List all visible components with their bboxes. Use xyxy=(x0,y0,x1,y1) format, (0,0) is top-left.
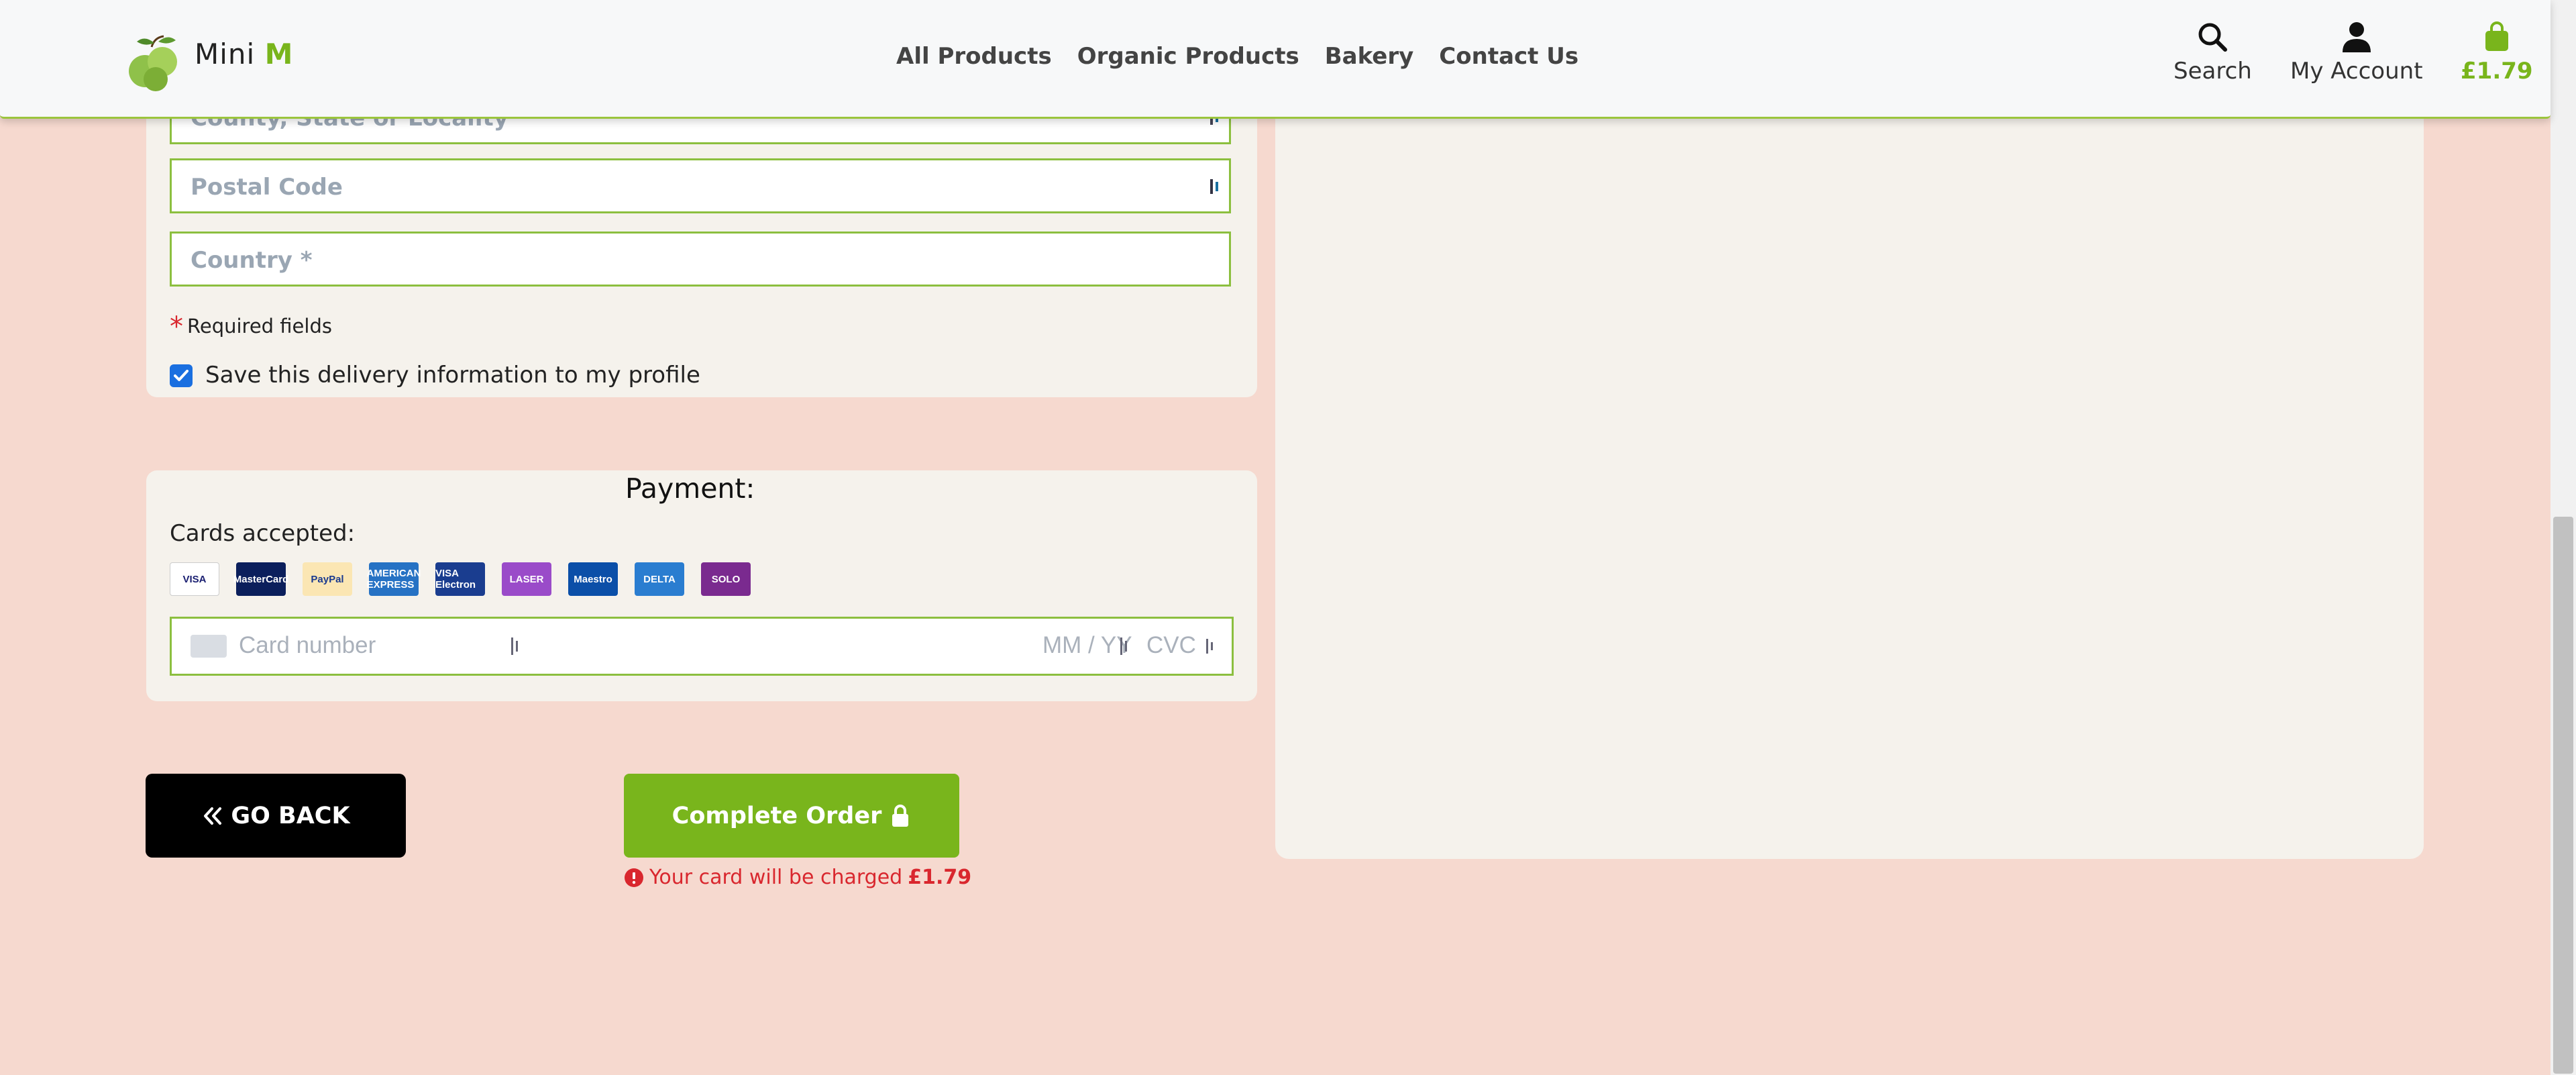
password-manager-icon[interactable] xyxy=(510,636,522,656)
country-field[interactable]: Country * xyxy=(170,232,1231,287)
search-label: Search xyxy=(2174,58,2252,85)
solo-card-icon: SOLO xyxy=(701,562,751,596)
scrollbar-thumb[interactable] xyxy=(2553,517,2573,1074)
visa-electron-card-icon: VISA Electron xyxy=(435,562,485,596)
brand-text: Mini xyxy=(195,38,256,70)
cart-button[interactable]: £1.79 xyxy=(2461,20,2533,85)
country-placeholder: Country * xyxy=(191,247,313,274)
password-manager-icon[interactable] xyxy=(1119,636,1131,656)
main-nav: All Products Organic Products Bakery Con… xyxy=(896,43,1578,70)
go-back-label: GO BACK xyxy=(231,802,350,829)
maestro-card-icon: Maestro xyxy=(568,562,618,596)
required-star: * xyxy=(170,311,183,342)
nav-bakery[interactable]: Bakery xyxy=(1325,43,1414,70)
paypal-card-icon: PayPal xyxy=(303,562,352,596)
nav-all-products[interactable]: All Products xyxy=(896,43,1052,70)
payment-title: Payment: xyxy=(625,472,755,505)
amex-card-icon: AMERICAN EXPRESS xyxy=(367,562,421,596)
charge-amount: £1.79 xyxy=(908,866,972,889)
order-summary-panel xyxy=(1275,0,2424,859)
brand-name[interactable]: Mini M xyxy=(195,38,293,70)
card-number-placeholder: Card number xyxy=(239,632,376,658)
my-account-label: My Account xyxy=(2290,58,2423,85)
shopping-bag-icon xyxy=(2485,21,2508,51)
visa-card-icon: VISA xyxy=(170,562,219,596)
charge-text: Your card will be charged xyxy=(649,866,903,889)
save-delivery-label[interactable]: Save this delivery information to my pro… xyxy=(205,362,700,389)
save-delivery-checkbox[interactable] xyxy=(170,364,193,387)
mastercard-card-icon: MasterCard xyxy=(233,562,288,596)
credit-card-icon xyxy=(191,635,227,658)
delta-card-icon: DELTA xyxy=(635,562,684,596)
cart-total: £1.79 xyxy=(2461,58,2533,85)
postal-code-placeholder: Postal Code xyxy=(191,174,343,201)
nav-contact-us[interactable]: Contact Us xyxy=(1439,43,1578,70)
brand-accent: M xyxy=(264,38,294,70)
check-icon xyxy=(174,370,189,381)
search-icon xyxy=(2198,23,2228,52)
postal-code-field[interactable]: Postal Code xyxy=(170,158,1231,213)
nav-organic-products[interactable]: Organic Products xyxy=(1077,43,1299,70)
required-text: Required fields xyxy=(187,315,332,338)
password-manager-icon[interactable] xyxy=(1209,176,1222,197)
alert-circle-icon xyxy=(625,868,643,887)
double-chevron-left-icon xyxy=(204,807,222,825)
card-input[interactable]: Card number MM / YY CVC xyxy=(170,617,1234,676)
green-apples-logo[interactable] xyxy=(125,32,182,93)
go-back-button[interactable]: GO BACK xyxy=(146,774,406,858)
complete-order-label: Complete Order xyxy=(672,802,882,829)
complete-order-button[interactable]: Complete Order xyxy=(624,774,959,858)
cvc-placeholder: CVC xyxy=(1146,632,1196,658)
required-fields-note: * Required fields xyxy=(170,311,332,342)
laser-card-icon: LASER xyxy=(502,562,551,596)
site-header: Mini M All Products Organic Products Bak… xyxy=(0,0,2551,119)
card-icons-row: VISA MasterCard PayPal AMERICAN EXPRESS VISA… xyxy=(170,562,751,596)
cards-accepted-label: Cards accepted: xyxy=(170,520,356,547)
search-button[interactable]: Search xyxy=(2174,20,2252,85)
charge-notice: Your card will be charged £1.79 xyxy=(624,866,971,889)
password-manager-icon[interactable] xyxy=(1205,636,1217,656)
my-account-button[interactable]: My Account xyxy=(2290,20,2423,85)
lock-icon xyxy=(892,804,909,827)
user-icon xyxy=(2342,22,2371,52)
